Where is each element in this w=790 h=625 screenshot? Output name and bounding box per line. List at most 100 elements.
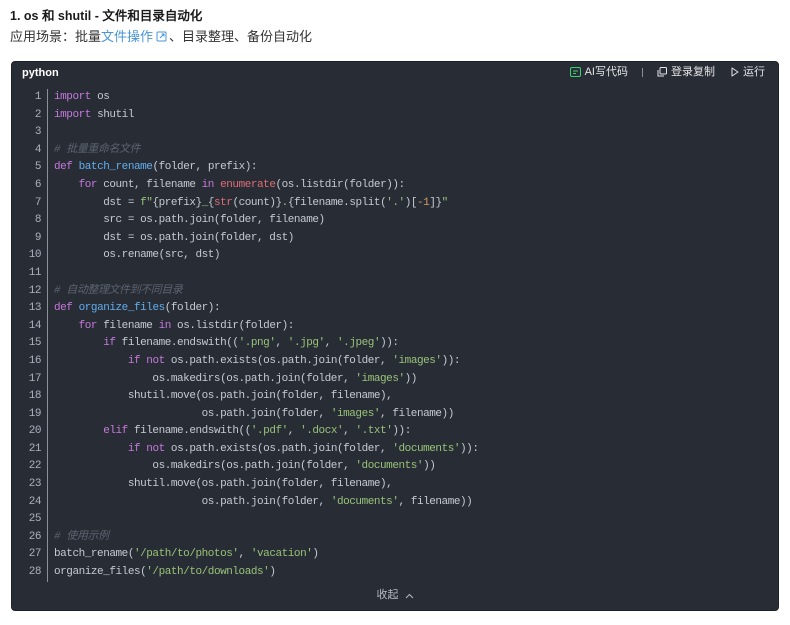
line-number: 7	[34, 196, 42, 209]
collapse-label: 收起	[376, 589, 399, 601]
code-token: ,	[324, 337, 338, 350]
code-token: f"	[140, 196, 153, 209]
code-token: )):	[380, 337, 399, 350]
line-number: 23	[28, 478, 42, 491]
code-toolbar: AI写代码 登录复制 运行	[569, 64, 765, 80]
code-token: batch_rename(	[54, 548, 134, 561]
code-token: ))	[404, 372, 418, 385]
code-token: 'images'	[392, 354, 442, 367]
code-token: for	[78, 178, 98, 191]
code-token: def	[54, 302, 73, 315]
code-token: )	[269, 566, 276, 579]
code-token: )[	[404, 196, 418, 209]
code-token: shutil.move(os.path.join(folder, filenam…	[54, 478, 393, 491]
code-token: '/path/to/photos'	[133, 548, 239, 561]
code-line: shutil.move(os.path.join(folder, filenam…	[54, 388, 770, 406]
external-link-icon	[156, 31, 167, 42]
code-token: '.'	[386, 196, 405, 209]
code-line: # 批量重命名文件	[54, 142, 770, 160]
code-line: def batch_rename(folder, prefix):	[54, 159, 770, 177]
code-token: {prefix}	[152, 196, 202, 209]
code-token: '.docx'	[300, 425, 344, 438]
code-token: "	[441, 196, 449, 209]
code-token: shutil	[90, 108, 134, 121]
login-copy-button[interactable]: 登录复制	[657, 65, 715, 80]
login-copy-label: 登录复制	[671, 65, 715, 78]
line-number: 19	[28, 407, 42, 420]
code-line: os.path.join(folder, 'documents', filena…	[54, 494, 770, 512]
code-token: '.jpeg'	[337, 337, 381, 350]
run-button[interactable]: 运行	[731, 65, 765, 80]
code-token: )):	[392, 425, 411, 438]
collapse-row: 收起	[12, 588, 778, 603]
run-label: 运行	[743, 65, 765, 78]
code-line: os.makedirs(os.path.join(folder, 'docume…	[54, 458, 770, 476]
code-line: # 自动整理文件到不同目录	[54, 283, 770, 301]
code-token: '.txt'	[355, 425, 393, 438]
ai-write-code-label: AI写代码	[584, 65, 628, 78]
code-line: organize_files('/path/to/downloads')	[54, 564, 770, 582]
code-token: -1	[417, 196, 430, 209]
code-body: 1 2 3 4 5 6 7 8 9 10 11 12 13 14 15 16 17 18 19 20 21 22 23 24 2…	[12, 89, 778, 582]
code-token: import	[54, 108, 91, 121]
code-token: in	[158, 319, 172, 332]
ai-write-code-button[interactable]: AI写代码	[569, 65, 628, 80]
section-heading: 1. os 和 shutil - 文件和目录自动化	[10, 9, 203, 23]
code-token: )):	[441, 354, 461, 367]
language-label: python	[22, 67, 59, 79]
code-token: os.path.exists(os.path.join(folder,	[164, 442, 393, 455]
file-operations-link[interactable]: 文件操作	[101, 29, 169, 44]
code-line: if not os.path.exists(os.path.join(folde…	[54, 353, 770, 371]
line-number: 3	[34, 126, 42, 139]
code-token: os.makedirs(os.path.join(folder,	[54, 460, 356, 473]
code-token: import	[54, 91, 91, 103]
code-token: dst = os.path.join(folder, dst)	[54, 231, 294, 244]
line-number: 14	[28, 319, 42, 332]
code-token: )):	[460, 442, 479, 455]
code-token: ))	[423, 460, 436, 473]
code-token: enumerate	[220, 178, 276, 191]
line-number: 20	[28, 425, 42, 438]
code-token: 'images'	[355, 372, 405, 385]
code-token: '.jpg'	[287, 337, 325, 350]
code-token: 'documents'	[355, 460, 424, 473]
usage-scenario: 应用场景：批量文件操作 、目录整理、备份自动化	[10, 28, 312, 46]
code-token: '.pdf'	[250, 425, 288, 438]
play-icon	[731, 67, 739, 77]
code-token: os.rename(src, dst)	[54, 249, 221, 262]
code-token: 'documents'	[330, 495, 399, 508]
code-token: ,	[275, 337, 288, 350]
code-token: , filename))	[380, 407, 454, 420]
code-token: ]}	[429, 196, 442, 209]
line-number: 12	[28, 284, 42, 297]
code-token: def	[54, 161, 73, 174]
code-header: python AI写代码 登录复制 运行	[12, 62, 778, 85]
code-token: 'documents'	[392, 442, 461, 455]
file-operations-link-text: 文件操作	[101, 29, 154, 44]
code-token: os	[90, 91, 110, 103]
collapse-button[interactable]: 收起	[377, 588, 414, 603]
code-content: import os import shutil # 批量重命名文件 def batch…	[54, 89, 770, 582]
code-block: python AI写代码 登录复制 运行 1 2 3 4 5 6 7 8 9 10 11 12 13 14…	[11, 61, 779, 611]
line-number: 10	[28, 249, 42, 262]
line-number: 28	[28, 566, 42, 579]
code-token: ,	[343, 425, 356, 438]
chevron-up-icon	[405, 593, 413, 598]
code-token: '.png'	[238, 337, 276, 350]
code-line: if not os.path.exists(os.path.join(folde…	[54, 441, 770, 459]
code-token: filename.endswith((	[115, 337, 239, 350]
code-token: ,	[287, 425, 301, 438]
code-token: os.path.exists(os.path.join(folder,	[164, 354, 393, 367]
line-number: 5	[34, 161, 42, 174]
code-token: )	[312, 548, 319, 561]
code-line: for count, filename in enumerate(os.list…	[54, 177, 770, 195]
line-number: 21	[28, 442, 42, 455]
code-token: filename	[97, 319, 159, 332]
code-token: (count)}	[232, 196, 282, 209]
code-token: , filename))	[398, 495, 473, 508]
code-token: 'images'	[330, 407, 381, 420]
code-token: '/path/to/downloads'	[146, 566, 270, 579]
